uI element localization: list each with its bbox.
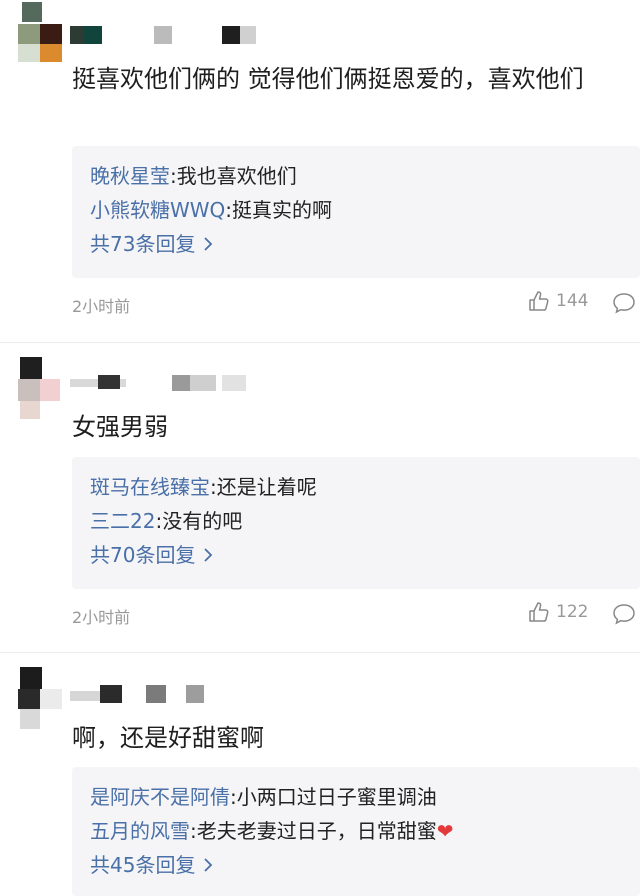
avatar[interactable] [18,667,64,729]
reply-text: :没有的吧 [155,509,243,533]
chevron-right-icon [204,858,213,872]
reply-text: :老夫老妻过日子，日常甜蜜 [190,819,437,843]
avatar[interactable] [18,357,64,419]
view-all-replies-link[interactable]: 共73条回复 [90,227,214,261]
reply-text: :挺真实的啊 [225,198,333,222]
view-all-replies-label: 共70条回复 [90,543,196,567]
reply-text: :我也喜欢他们 [170,164,297,188]
heart-icon: ❤ [436,819,454,843]
view-all-replies-link[interactable]: 共45条回复 [90,848,214,882]
comment-divider [0,652,640,653]
like-count: 122 [556,602,589,622]
thumbs-up-icon [529,291,549,311]
view-all-replies-label: 共73条回复 [90,232,196,256]
username-redacted[interactable] [70,685,270,703]
view-all-replies-link[interactable]: 共70条回复 [90,538,214,572]
like-button[interactable]: 122 [528,601,588,623]
reply-preview[interactable]: 晚秋星莹:我也喜欢他们 小熊软糖WWQ:挺真实的啊 共73条回复 [72,146,640,278]
comment-timestamp: 2小时前 [72,297,131,316]
reply-preview[interactable]: 斑马在线臻宝:还是让着呢 三二22:没有的吧 共70条回复 [72,457,640,589]
username-redacted[interactable] [70,26,256,44]
comment-text: 啊，还是好甜蜜啊 [72,724,264,752]
comment-text: 女强男弱 [72,413,168,441]
reply-username[interactable]: 小熊软糖WWQ [90,198,225,222]
reply-line: 五月的风雪:老夫老妻过日子，日常甜蜜❤ [90,814,454,848]
comment-timestamp: 2小时前 [72,608,131,627]
reply-text: :还是让着呢 [210,475,317,499]
comment-3: 啊，还是好甜蜜啊 是阿庆不是阿倩:小两口过日子蜜里调油 五月的风雪:老夫老妻过日… [0,655,640,896]
reply-username[interactable]: 五月的风雪 [90,819,190,843]
reply-username[interactable]: 斑马在线臻宝 [90,475,210,499]
reply-line: 三二22:没有的吧 [90,504,242,538]
reply-username[interactable]: 三二22 [90,509,155,533]
comment-text: 挺喜欢他们俩的 觉得他们俩挺恩爱的，喜欢他们 [72,65,584,93]
comment-divider [0,342,640,343]
reply-line: 斑马在线臻宝:还是让着呢 [90,470,317,504]
chevron-right-icon [204,237,213,251]
thumbs-up-icon [529,602,549,622]
reply-username[interactable]: 晚秋星莹 [90,164,170,188]
chevron-right-icon [204,548,213,562]
comment-bubble-icon[interactable] [612,603,636,625]
like-count: 144 [556,291,589,311]
comment-1: 挺喜欢他们俩的 觉得他们俩挺恩爱的，喜欢他们 晚秋星莹:我也喜欢他们 小熊软糖W… [0,0,640,345]
reply-text: :小两口过日子蜜里调油 [230,785,437,809]
username-redacted[interactable] [70,375,270,393]
view-all-replies-label: 共45条回复 [90,853,196,877]
comment-2: 女强男弱 斑马在线臻宝:还是让着呢 三二22:没有的吧 共70条回复 2小时前 … [0,345,640,655]
reply-preview[interactable]: 是阿庆不是阿倩:小两口过日子蜜里调油 五月的风雪:老夫老妻过日子，日常甜蜜❤ 共… [72,767,640,896]
reply-line: 晚秋星莹:我也喜欢他们 [90,159,297,193]
avatar[interactable] [18,0,64,62]
like-button[interactable]: 144 [528,290,588,312]
reply-username[interactable]: 是阿庆不是阿倩 [90,785,230,809]
reply-line: 小熊软糖WWQ:挺真实的啊 [90,193,332,227]
comment-bubble-icon[interactable] [612,292,636,314]
reply-line: 是阿庆不是阿倩:小两口过日子蜜里调油 [90,780,437,814]
